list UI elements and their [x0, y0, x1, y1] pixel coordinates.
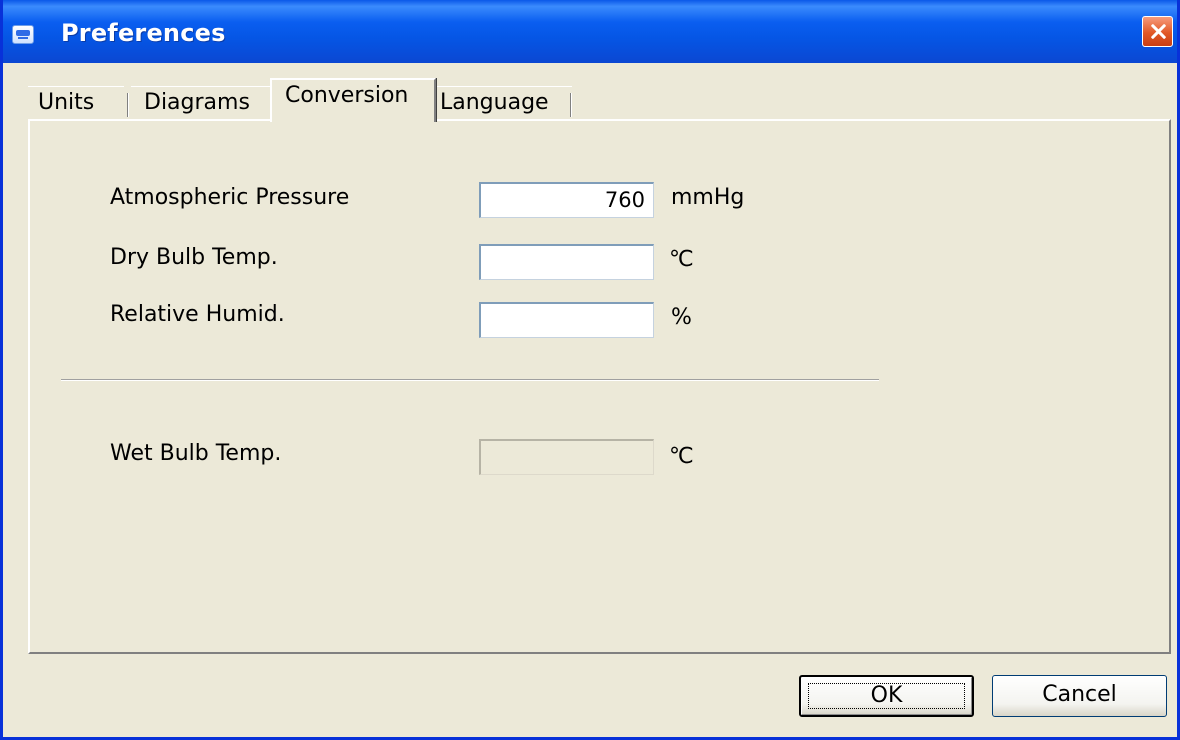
atmospheric-pressure-unit: mmHg: [671, 185, 745, 210]
tab-conversion[interactable]: Conversion: [270, 78, 436, 122]
atmospheric-pressure-input[interactable]: 760: [479, 182, 654, 218]
title-bar[interactable]: Preferences: [3, 0, 1177, 63]
conversion-panel: Atmospheric Pressure 760 mmHg Dry Bulb T…: [28, 119, 1171, 654]
cancel-button[interactable]: Cancel: [992, 675, 1167, 717]
cancel-button-label: Cancel: [1042, 682, 1117, 707]
ok-button[interactable]: OK: [799, 675, 974, 717]
tab-diagrams[interactable]: Diagrams: [131, 86, 271, 120]
wet-bulb-temp-output: [479, 439, 654, 475]
wet-bulb-temp-label: Wet Bulb Temp.: [110, 441, 282, 466]
tab-units-label: Units: [38, 90, 95, 115]
relative-humid-unit: %: [671, 305, 692, 330]
preferences-tabs: Units Diagrams Conversion Language: [28, 78, 628, 122]
tab-language[interactable]: Language: [436, 86, 572, 120]
tab-divider: [127, 93, 129, 117]
tab-conversion-label: Conversion: [285, 83, 409, 108]
wet-bulb-temp-unit: ℃: [669, 444, 694, 469]
preferences-dialog: Preferences Units Diagrams Conversion La…: [0, 0, 1180, 740]
atmospheric-pressure-label: Atmospheric Pressure: [110, 185, 350, 210]
window-title: Preferences: [61, 19, 226, 47]
tab-diagrams-label: Diagrams: [144, 90, 250, 115]
close-icon[interactable]: [1142, 16, 1173, 47]
section-separator: [61, 379, 879, 381]
tab-units[interactable]: Units: [28, 86, 124, 120]
app-icon: [12, 25, 34, 44]
relative-humid-input[interactable]: [479, 302, 654, 338]
relative-humid-label: Relative Humid.: [110, 302, 285, 327]
ok-button-label: OK: [870, 683, 903, 708]
tab-language-label: Language: [440, 90, 549, 115]
dry-bulb-temp-input[interactable]: [479, 244, 654, 280]
dry-bulb-temp-unit: ℃: [669, 247, 694, 272]
tab-divider: [570, 93, 572, 117]
dry-bulb-temp-label: Dry Bulb Temp.: [110, 245, 278, 270]
